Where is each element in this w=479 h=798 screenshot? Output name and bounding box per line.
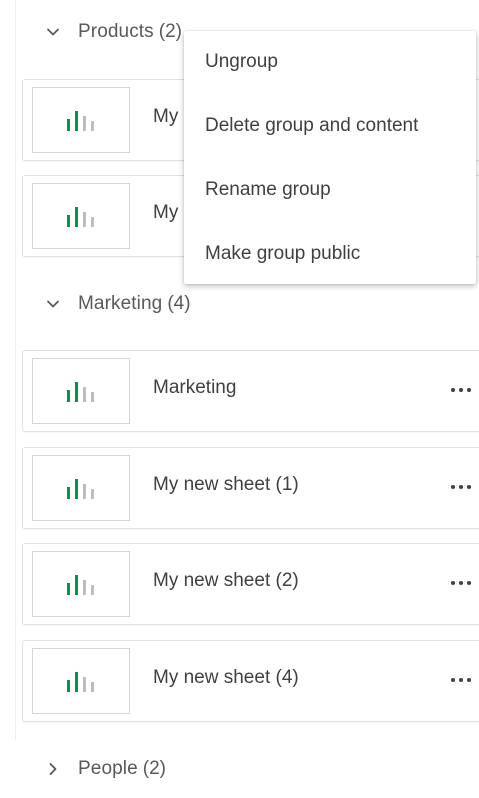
bar-chart-icon xyxy=(67,479,94,499)
group-header-marketing[interactable]: Marketing (4) xyxy=(46,290,191,318)
sheet-card[interactable]: My new sheet (2) xyxy=(22,543,479,625)
group-count: (2) xyxy=(158,21,183,42)
more-horizontal-icon xyxy=(451,581,471,585)
sheet-thumbnail xyxy=(32,648,130,714)
group-header-products[interactable]: Products (2) xyxy=(46,18,182,46)
group-header-people[interactable]: People (2) xyxy=(46,755,166,783)
bar-chart-icon xyxy=(67,382,94,402)
menu-item-ungroup[interactable]: Ungroup xyxy=(184,37,476,87)
sheet-title: Marketing xyxy=(153,377,237,398)
menu-item-make-group-public[interactable]: Make group public xyxy=(184,229,476,279)
sheet-thumbnail xyxy=(32,183,130,249)
more-options-button[interactable] xyxy=(447,474,475,500)
chevron-right-icon xyxy=(49,763,57,775)
sheet-thumbnail xyxy=(32,551,130,617)
sheet-card[interactable]: My new sheet (4) xyxy=(22,640,479,722)
bar-chart-icon xyxy=(67,672,94,692)
more-options-button[interactable] xyxy=(447,377,475,403)
group-context-menu: Ungroup Delete group and content Rename … xyxy=(184,31,476,284)
sheet-title: My new sheet (1) xyxy=(153,474,299,495)
bar-chart-icon xyxy=(67,111,94,131)
sheet-thumbnail xyxy=(32,455,130,521)
chevron-down-icon xyxy=(47,28,59,36)
more-options-button[interactable] xyxy=(447,667,475,693)
bar-chart-icon xyxy=(67,575,94,595)
more-horizontal-icon xyxy=(451,678,471,682)
menu-item-rename-group[interactable]: Rename group xyxy=(184,165,476,215)
panel-divider xyxy=(15,0,16,740)
more-options-button[interactable] xyxy=(447,570,475,596)
group-count: (4) xyxy=(167,293,191,314)
bar-chart-icon xyxy=(67,207,94,227)
sheet-card[interactable]: My new sheet (1) xyxy=(22,447,479,529)
group-name: People xyxy=(78,758,138,779)
group-name: Marketing xyxy=(78,293,163,314)
sheet-title: My new sheet (2) xyxy=(153,570,299,591)
group-count: (2) xyxy=(142,758,166,779)
sheet-title: My new sheet (4) xyxy=(153,667,299,688)
sheet-thumbnail xyxy=(32,358,130,424)
chevron-down-icon xyxy=(47,300,59,308)
more-horizontal-icon xyxy=(451,485,471,489)
sheet-card[interactable]: Marketing xyxy=(22,350,479,432)
menu-item-delete-group-and-content[interactable]: Delete group and content xyxy=(184,101,476,151)
group-name: Products xyxy=(78,21,154,42)
more-horizontal-icon xyxy=(451,388,471,392)
sheet-list-panel: Products (2) My new sheet xyxy=(0,0,479,798)
sheet-thumbnail xyxy=(32,87,130,153)
